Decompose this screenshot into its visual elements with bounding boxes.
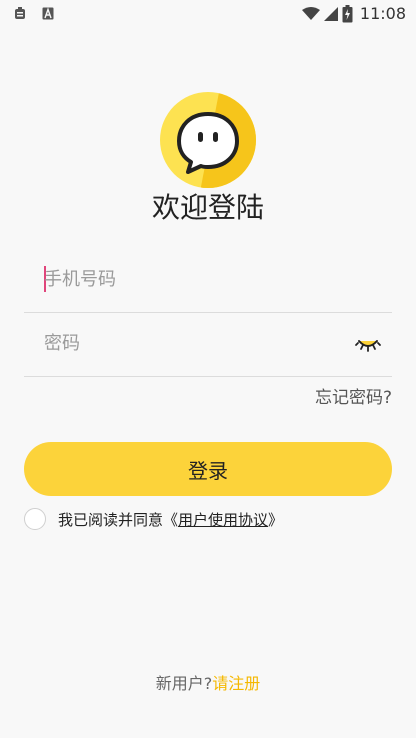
register-prefix: 新用户? (155, 674, 213, 693)
status-icons: 11:08 (301, 4, 406, 24)
agreement-checkbox[interactable] (24, 508, 46, 530)
chat-bubble-face-icon (160, 92, 256, 188)
password-field-container (24, 314, 392, 377)
agreement-prefix: 我已阅读并同意《 (58, 510, 179, 529)
a-box-icon (42, 7, 54, 20)
notification-icon (15, 7, 25, 19)
signal-icon (323, 7, 338, 21)
phone-input[interactable] (44, 264, 344, 294)
password-input[interactable] (44, 328, 344, 358)
agreement-row: 我已阅读并同意《 用户使用协议 》 (24, 506, 283, 532)
agreement-suffix: 》 (268, 510, 284, 529)
closed-eye-icon[interactable] (354, 336, 382, 356)
status-bar: 11:08 (0, 0, 416, 28)
login-button[interactable]: 登录 (24, 442, 392, 496)
page-title: 欢迎登陆 (151, 191, 264, 224)
battery-charging-icon (342, 5, 353, 23)
register-link[interactable]: 请注册 (212, 674, 260, 693)
forgot-password-link[interactable]: 忘记密码? (315, 386, 392, 410)
status-time: 11:08 (359, 4, 406, 23)
register-row: 新用户?请注册 (0, 672, 416, 696)
phone-field-container (24, 250, 392, 313)
user-agreement-link[interactable]: 用户使用协议 (178, 509, 268, 530)
wifi-icon (301, 7, 320, 20)
